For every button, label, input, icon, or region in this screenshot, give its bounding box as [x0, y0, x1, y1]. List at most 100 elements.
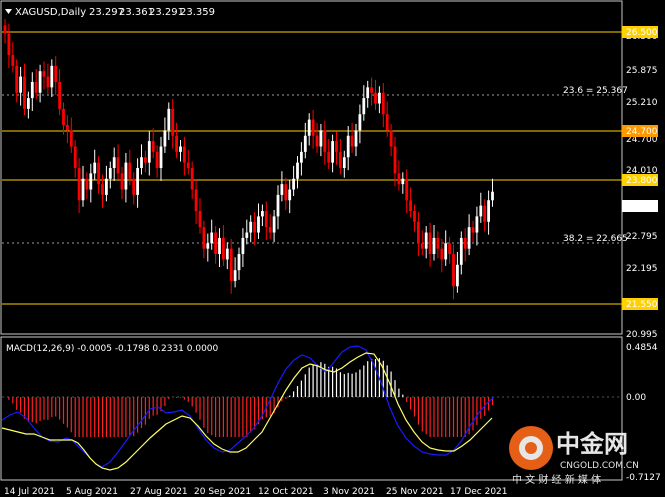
price-tick-label: 25.875 [626, 66, 658, 76]
level-box-21550-label: 21.550 [626, 300, 658, 310]
fib-label-382: 38.2 = 22.665 [563, 234, 628, 244]
price-tick-label: 25.210 [626, 98, 658, 108]
candle-body [77, 168, 81, 201]
candle-body [15, 65, 19, 93]
candle-body [307, 119, 311, 136]
candle-body [288, 189, 292, 201]
candle-body [241, 237, 245, 255]
candle-body [140, 157, 143, 168]
candle-body [311, 119, 315, 136]
candle-body [370, 87, 373, 93]
fib-label-236: 23.6 = 25.367 [563, 86, 628, 96]
level-box-23800-label: 23.800 [626, 176, 658, 186]
candle-body [409, 200, 412, 212]
candle-body [300, 151, 303, 163]
candle-body [85, 178, 89, 190]
candle-body [456, 264, 459, 287]
price-tick-label: 22.795 [626, 232, 658, 242]
candle-body [296, 162, 299, 179]
candle-body [73, 146, 77, 168]
candle-body [381, 92, 385, 115]
candle-body [467, 227, 471, 249]
date-tick-label: 27 Aug 2021 [130, 487, 188, 497]
candle-body [222, 237, 225, 260]
candle-body [249, 221, 253, 233]
candle-body [331, 141, 334, 163]
price-tick-label: 22.195 [626, 264, 658, 274]
candle-body [463, 237, 467, 249]
date-tick-label: 3 Nov 2021 [323, 487, 375, 497]
current-price-label: 23.359 [626, 202, 658, 212]
level-box-24700-label: 24.700 [626, 127, 658, 137]
candle-body [385, 114, 389, 131]
candle-body [69, 130, 73, 147]
candle-body [264, 211, 268, 228]
candle-body [448, 243, 451, 255]
candle-body [319, 130, 323, 147]
candle-body [206, 243, 210, 249]
macd-histogram [8, 358, 494, 437]
candle-body [346, 135, 350, 158]
candle-body [175, 135, 178, 152]
candle-body [11, 55, 15, 66]
candle-body [30, 81, 34, 99]
price-tick-label: 20.995 [626, 330, 658, 340]
candle-body [171, 108, 175, 136]
macd-fast-line [1, 345, 495, 468]
date-axis: 14 Jul 2021 5 Aug 2021 27 Aug 2021 20 Se… [4, 487, 508, 497]
chart-canvas: XAGUSD,Daily 23.297 23.361 23.291 23.359… [0, 0, 661, 497]
cngold-logo-dot [525, 442, 537, 454]
candle-body [315, 135, 319, 147]
candle-body [436, 237, 440, 249]
macd-axis-top: 0.4854 [626, 343, 658, 353]
candle-body [147, 141, 151, 163]
candle-body [136, 168, 139, 195]
watermark-tagline: 中 文 财 经 新 媒 体 [512, 473, 601, 486]
candle-body [389, 130, 393, 147]
candle-body [233, 270, 237, 281]
candle-body [151, 141, 155, 152]
candle-body [202, 227, 206, 249]
candle-body [132, 178, 136, 195]
candle-body [101, 184, 104, 195]
candle-body [198, 211, 202, 228]
macd-title: MACD(12,26,9) -0.0005 -0.1798 0.2331 0.0… [6, 344, 219, 354]
candle-body [190, 168, 194, 190]
candle-body [89, 173, 93, 190]
candle-body [276, 194, 280, 217]
candle-body [183, 146, 186, 163]
collapse-arrow-icon[interactable] [5, 9, 12, 14]
candle-body [327, 151, 331, 163]
candle-body [272, 216, 276, 233]
date-tick-label: 20 Sep 2021 [194, 487, 251, 497]
candle-body [350, 135, 354, 147]
candle-body [378, 92, 381, 104]
candle-body [358, 114, 362, 131]
candle-body [218, 237, 221, 255]
candle-body [323, 130, 327, 152]
candle-body [487, 200, 490, 222]
candle-body [186, 162, 190, 168]
candle-body [93, 162, 97, 174]
candle-body [342, 157, 346, 168]
header-close: 23.359 [180, 7, 215, 18]
candle-body [393, 146, 397, 174]
candle-body [268, 227, 272, 233]
candle-body [124, 162, 128, 190]
candle-body [34, 81, 38, 93]
candle-body [366, 87, 370, 99]
candle-body [339, 151, 342, 168]
candle-body [167, 108, 171, 131]
candle-body [292, 178, 295, 190]
candle-body [159, 146, 163, 168]
watermark-brand: 中金网 [556, 430, 628, 458]
candle-body [179, 146, 182, 152]
candle-body [54, 65, 58, 82]
candle-body [19, 76, 22, 93]
candle-body [112, 157, 116, 168]
candle-body [210, 232, 214, 244]
candle-body [491, 191, 494, 201]
date-tick-label: 17 Dec 2021 [450, 487, 508, 497]
candle-body [428, 232, 432, 255]
candle-body [229, 248, 233, 281]
